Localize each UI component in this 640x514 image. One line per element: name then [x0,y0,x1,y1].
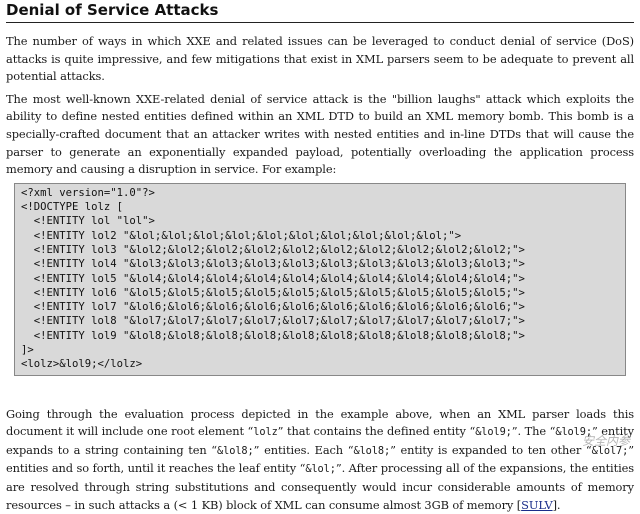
text-run: ]. [552,497,561,512]
text-run: ” entity is expanded to ten other “ [390,442,592,457]
code-line: <!ENTITY lol5 "&lol4;&lol4;&lol4;&lol4;&… [21,272,525,285]
intro-paragraph: The number of ways in which XXE and rela… [6,34,634,84]
inline-code: &lol8; [353,444,391,457]
section-title: Denial of Service Attacks [6,0,634,23]
inline-code: lolz [253,426,278,439]
code-line: <!ENTITY lol8 "&lol7;&lol7;&lol7;&lol7;&… [21,315,525,328]
text-run: ” entities. Each “ [253,442,354,457]
text-run: ” that contains the defined entity “ [277,424,476,439]
code-line: ]> [21,344,34,357]
code-line: <!ENTITY lol7 "&lol6;&lol6;&lol6;&lol6;&… [21,301,525,314]
code-line: <?xml version="1.0"?> [21,186,155,199]
code-line: <!ENTITY lol3 "&lol2;&lol2;&lol2;&lol2;&… [21,243,525,256]
reference-link-sulv[interactable]: SULV [521,498,553,512]
code-line: <!DOCTYPE lolz [ [21,201,124,214]
watermark: 安全内参 [581,434,630,448]
code-line: <!ENTITY lol6 "&lol5;&lol5;&lol5;&lol5;&… [21,286,525,299]
code-line: <!ENTITY lol2 "&lol;&lol;&lol;&lol;&lol;… [21,229,462,242]
billion-laughs-paragraph: The most well-known XXE-related denial o… [6,91,634,177]
inline-code: &lol9; [475,426,512,439]
document-page: Denial of Service Attacks The number of … [0,0,640,512]
inline-code: &lol8; [217,444,254,457]
text-run: ”. The “ [511,424,556,439]
code-line: <lolz>&lol9;</lolz> [21,358,143,371]
evaluation-paragraph: Going through the evaluation process dep… [6,406,634,514]
inline-code: &lol; [305,463,336,476]
code-line: <!ENTITY lol4 "&lol3;&lol3;&lol3;&lol3;&… [21,258,525,271]
code-line: <!ENTITY lol "lol"> [21,215,155,228]
code-example: <?xml version="1.0"?> <!DOCTYPE lolz [ <… [14,182,626,376]
code-line: <!ENTITY lol9 "&lol8;&lol8;&lol8;&lol8;&… [21,329,525,342]
